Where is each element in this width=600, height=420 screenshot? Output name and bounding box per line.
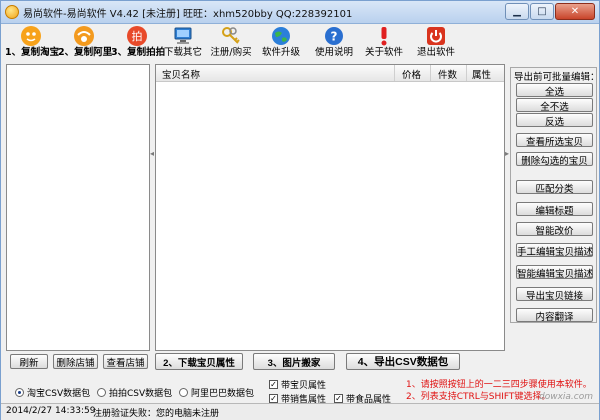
- toolbar-label: 使用说明: [314, 47, 353, 58]
- help-icon: ?: [325, 27, 343, 45]
- help-button[interactable]: ? 使用说明: [313, 23, 355, 61]
- upgrade-button[interactable]: 软件升级: [260, 23, 302, 61]
- item-grid[interactable]: 宝贝名称 价格 件数 属性: [155, 64, 505, 351]
- radio-label: 拍拍CSV数据包: [109, 389, 173, 399]
- radio-alibaba-csv[interactable]: 阿里巴巴数据包: [179, 386, 254, 399]
- column-quantity[interactable]: 件数: [438, 67, 457, 81]
- radio-label: 阿里巴巴数据包: [191, 389, 255, 399]
- translate-content-button[interactable]: 内容翻译: [516, 308, 593, 323]
- note-line: 1、请按照按钮上的一二三四步骤使用本软件。: [406, 380, 592, 390]
- toolbar-label: 关于软件: [364, 47, 403, 58]
- alibaba-logo-icon: [74, 26, 94, 46]
- toolbar-label: 退出软件: [416, 47, 455, 58]
- radio-paipai-csv[interactable]: 拍拍CSV数据包: [97, 386, 172, 399]
- column-attributes[interactable]: 属性: [472, 67, 491, 81]
- app-icon: [5, 5, 19, 19]
- download-props-button[interactable]: 2、下载宝贝属性: [155, 353, 243, 370]
- computer-icon: [174, 27, 192, 44]
- refresh-button[interactable]: 刷新: [10, 354, 48, 369]
- status-datetime: 2014/2/27 14:33:59: [6, 406, 96, 416]
- minimize-button[interactable]: ▁: [505, 3, 529, 20]
- invert-selection-button[interactable]: 反选: [516, 113, 593, 128]
- check-item-props[interactable]: ✓ 带宝贝属性: [269, 378, 326, 391]
- shop-list[interactable]: [6, 64, 150, 351]
- radio-taobao-csv[interactable]: 淘宝CSV数据包: [15, 386, 90, 399]
- paipai-logo-icon: 拍: [127, 26, 147, 46]
- radio-label: 淘宝CSV数据包: [27, 389, 91, 399]
- view-selected-button[interactable]: 查看所选宝贝: [516, 133, 593, 148]
- toolbar-label: 注册/购买: [210, 47, 252, 58]
- match-category-button[interactable]: 匹配分类: [516, 180, 593, 195]
- svg-text:拍: 拍: [132, 29, 143, 43]
- svg-text:?: ?: [331, 30, 338, 44]
- checkbox-box: ✓: [269, 380, 278, 389]
- toolbar-label: 软件升级: [261, 47, 300, 58]
- checkbox-box: ✓: [269, 394, 278, 403]
- copy-taobao-button[interactable]: 1、复制淘宝: [5, 23, 60, 61]
- smart-edit-desc-button[interactable]: 智能编辑宝贝描述: [516, 265, 593, 280]
- copy-paipai-button[interactable]: 拍 3、复制拍拍: [111, 23, 166, 61]
- status-message: 注册验证失败：您的电脑未注册: [93, 409, 220, 419]
- export-csv-button[interactable]: 4、导出CSV数据包: [346, 353, 460, 370]
- exit-button[interactable]: 退出软件: [415, 23, 457, 61]
- about-button[interactable]: 关于软件: [363, 23, 405, 61]
- keys-icon: [222, 27, 240, 44]
- maximize-button[interactable]: □: [530, 3, 554, 20]
- check-label: 带宝贝属性: [281, 381, 327, 391]
- manual-edit-desc-button[interactable]: 手工编辑宝贝描述: [516, 243, 593, 258]
- delete-checked-button[interactable]: 删除勾选的宝贝: [516, 152, 593, 167]
- grid-header: 宝贝名称 价格 件数 属性: [156, 65, 504, 82]
- copy-alibaba-button[interactable]: 2、复制阿里: [58, 23, 113, 61]
- radio-dot: [179, 388, 188, 397]
- toolbar-label: 2、复制阿里: [58, 47, 113, 58]
- export-links-button[interactable]: 导出宝贝链接: [516, 287, 593, 302]
- view-shop-button[interactable]: 查看店铺: [103, 354, 148, 369]
- edit-title-button[interactable]: 编辑标题: [516, 202, 593, 217]
- checkbox-box: ✓: [334, 394, 343, 403]
- radio-dot: [97, 388, 106, 397]
- column-price[interactable]: 价格: [402, 67, 421, 81]
- smart-price-button[interactable]: 智能改价: [516, 222, 593, 237]
- title-bar: 易尚软件-易尚软件 V4.42 [未注册] 旺旺：xhm520bby QQ:22…: [1, 1, 599, 24]
- window-controls: ▁ □ ✕: [504, 3, 595, 20]
- radio-dot: [15, 388, 24, 397]
- power-icon: [427, 27, 445, 45]
- toolbar-label: 下载其它: [164, 47, 203, 58]
- toolbar-label: 1、复制淘宝: [5, 47, 60, 58]
- select-all-button[interactable]: 全选: [516, 83, 593, 98]
- taobao-logo-icon: [21, 26, 41, 46]
- status-bar: 2014/2/27 14:33:59 注册验证失败：您的电脑未注册: [1, 403, 599, 420]
- toolbar: 1、复制淘宝 2、复制阿里 拍 3、复制拍拍 下载其它 注册/购买 软件升级 ?…: [1, 23, 599, 61]
- exclamation-icon: [381, 27, 387, 46]
- close-button[interactable]: ✕: [555, 3, 595, 20]
- delete-shop-button[interactable]: 删除店铺: [53, 354, 98, 369]
- toolbar-label: 3、复制拍拍: [111, 47, 166, 58]
- select-none-button[interactable]: 全不选: [516, 98, 593, 113]
- download-other-button[interactable]: 下载其它: [164, 23, 202, 61]
- app-window: 易尚软件-易尚软件 V4.42 [未注册] 旺旺：xhm520bby QQ:22…: [0, 0, 600, 420]
- column-item-name[interactable]: 宝贝名称: [162, 67, 200, 81]
- window-title: 易尚软件-易尚软件 V4.42 [未注册] 旺旺：xhm520bby QQ:22…: [23, 9, 353, 20]
- globe-icon: [272, 27, 290, 45]
- register-buy-button[interactable]: 注册/购买: [208, 23, 254, 61]
- batch-edit-title: 导出前可批量编辑：: [514, 72, 600, 83]
- watermark: dowxia.com: [539, 392, 594, 402]
- image-move-button[interactable]: 3、图片搬家: [253, 353, 335, 370]
